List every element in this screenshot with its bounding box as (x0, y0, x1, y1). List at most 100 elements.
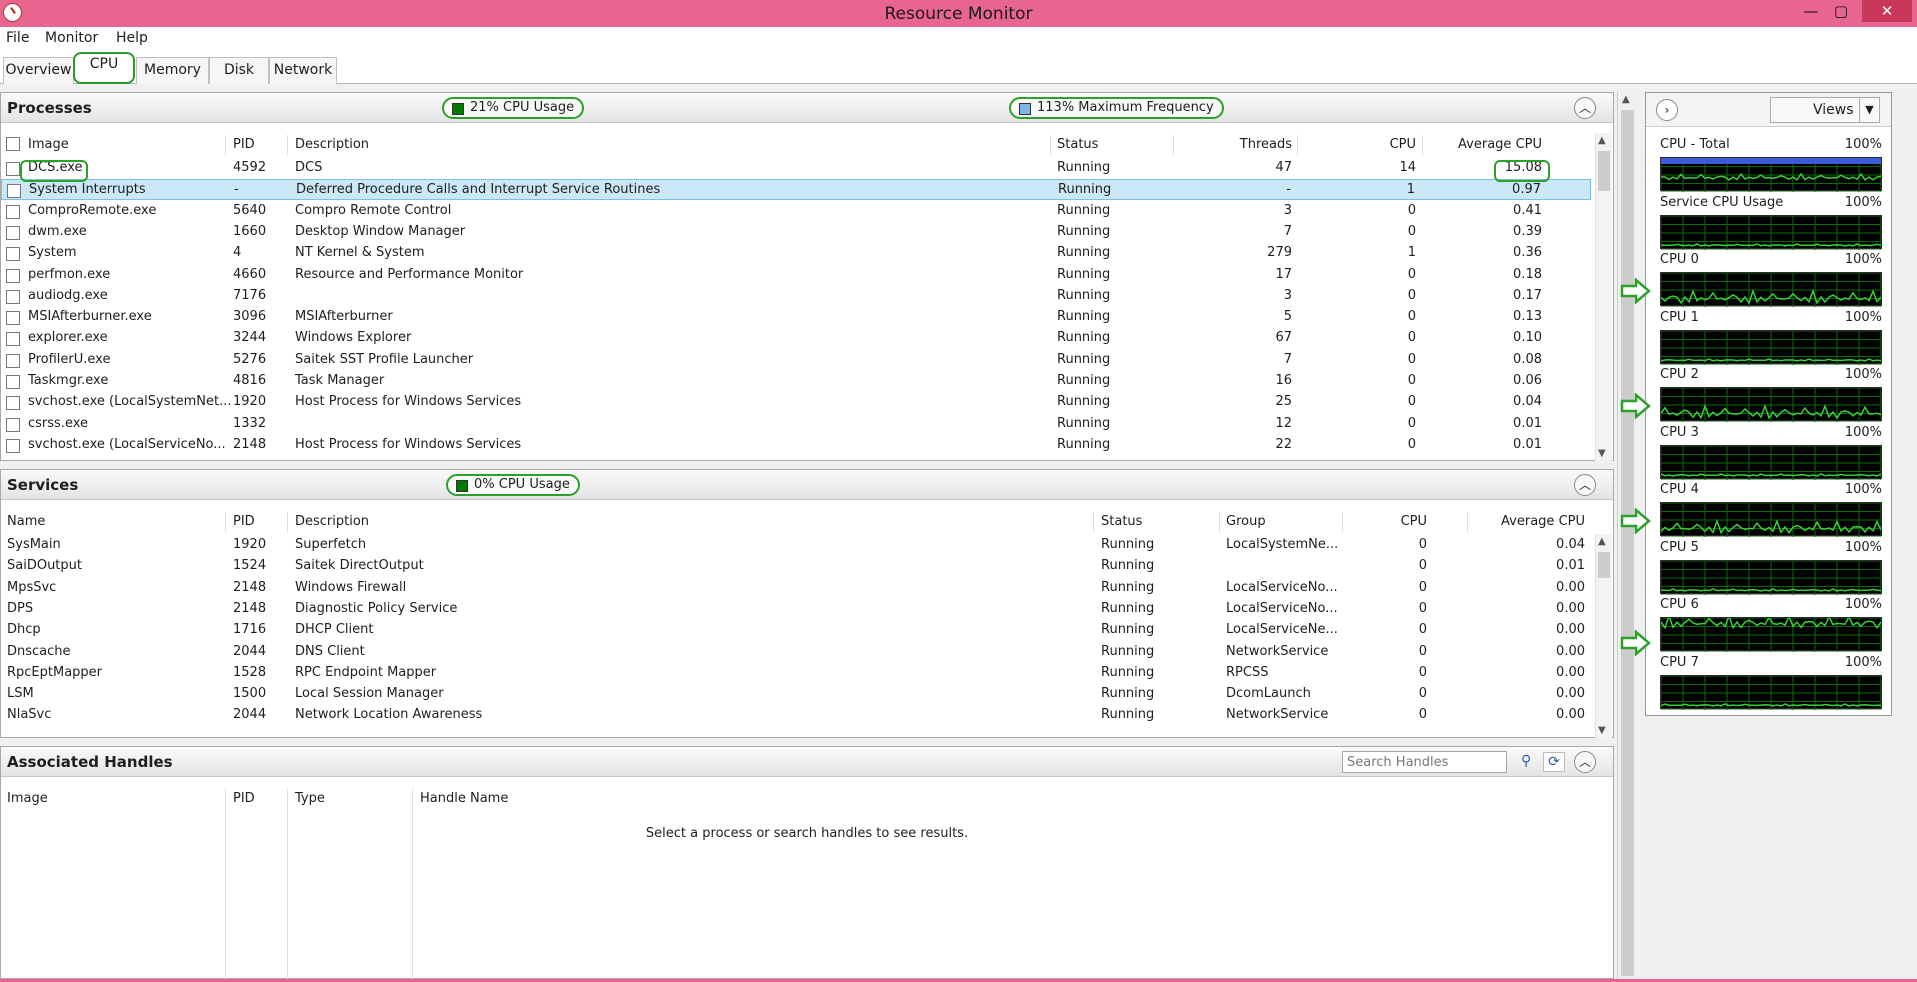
process-avg-cpu: 0.01 (1513, 436, 1542, 452)
col-status[interactable]: Status (1101, 514, 1142, 529)
chevron-down-icon[interactable]: ▼ (1859, 98, 1879, 122)
col-average-cpu[interactable]: Average CPU (1501, 514, 1585, 529)
process-status: Running (1057, 373, 1111, 388)
process-cpu: 0 (1407, 287, 1416, 303)
service-row[interactable]: Dnscache 2044 DNS Client Running NetworkServ… (1, 642, 1591, 663)
service-row[interactable]: DPS 2148 Diagnostic Policy Service Running L… (1, 599, 1591, 620)
col-image[interactable]: Image (28, 137, 69, 152)
col-cpu[interactable]: CPU (1401, 514, 1427, 529)
col-description[interactable]: Description (295, 514, 369, 529)
col-group[interactable]: Group (1226, 514, 1266, 529)
process-row[interactable]: System Interrupts - Deferred Procedure Cal… (1, 179, 1591, 201)
service-row[interactable]: RpcEptMapper 1528 RPC Endpoint Mapper Runni… (1, 663, 1591, 684)
process-checkbox[interactable] (6, 268, 20, 283)
process-row[interactable]: ProfilerU.exe 5276 Saitek SST Profile Laun… (1, 350, 1591, 371)
service-row[interactable]: SaiDOutput 1524 Saitek DirectOutput Running… (1, 556, 1591, 577)
main-scrollbar[interactable]: ▲ (1617, 92, 1637, 979)
process-checkbox[interactable] (6, 204, 20, 219)
col-threads[interactable]: Threads (1240, 137, 1292, 152)
tab-overview[interactable]: Overview (3, 57, 74, 84)
graph-canvas (1660, 387, 1882, 422)
expand-graphs-button[interactable]: › (1656, 99, 1678, 121)
col-status[interactable]: Status (1057, 137, 1098, 152)
service-row[interactable]: LSM 1500 Local Session Manager Running DcomL… (1, 684, 1591, 705)
processes-header[interactable]: Processes 21% CPU Usage 113% Maximum Fre… (1, 93, 1613, 123)
col-type[interactable]: Type (295, 791, 325, 806)
minimize-button[interactable]: — (1796, 0, 1826, 22)
process-row[interactable]: System 4 NT Kernel & System Running 279 1 0.36 (1, 243, 1591, 264)
process-checkbox[interactable] (6, 225, 20, 240)
process-threads: 22 (1275, 436, 1292, 452)
process-checkbox[interactable] (6, 311, 20, 326)
process-row[interactable]: audiodg.exe 7176 Running 3 0 0.17 (1, 286, 1591, 307)
scroll-down-icon[interactable]: ▼ (1598, 725, 1606, 736)
graph-percent: 100% (1844, 539, 1882, 555)
collapse-services-button[interactable]: ︿ (1574, 474, 1596, 496)
services-panel: Services 0% CPU Usage ︿ Name PID Descrip… (0, 469, 1614, 738)
tab-cpu[interactable]: CPU (73, 52, 135, 84)
service-row[interactable]: Dhcp 1716 DHCP Client Running LocalServiceNe… (1, 620, 1591, 641)
process-row[interactable]: svchost.exe (LocalServiceNo... 2148 Host P… (1, 435, 1591, 456)
tab-disk[interactable]: Disk (209, 57, 269, 84)
process-description: Desktop Window Manager (295, 223, 466, 239)
search-handles-input[interactable]: Search Handles (1342, 751, 1507, 773)
service-row[interactable]: NlaSvc 2044 Network Location Awareness Runn… (1, 705, 1591, 726)
process-checkbox[interactable] (6, 247, 20, 262)
col-description[interactable]: Description (295, 137, 369, 152)
select-all-processes-checkbox[interactable] (6, 137, 20, 151)
process-checkbox[interactable] (6, 162, 20, 176)
process-row[interactable]: explorer.exe 3244 Windows Explorer Running 6… (1, 328, 1591, 349)
handles-header[interactable]: Associated Handles Search Handles ⚲ ⟳ ︿ (1, 747, 1613, 777)
process-row[interactable]: ComproRemote.exe 5640 Compro Remote Contro… (1, 201, 1591, 222)
tab-memory[interactable]: Memory (136, 57, 209, 84)
col-average-cpu[interactable]: Average CPU (1458, 137, 1542, 152)
processes-scrollbar[interactable]: ▲ ▼ (1595, 133, 1612, 461)
maximize-button[interactable]: ▢ (1826, 0, 1856, 22)
processes-scroll-thumb[interactable] (1598, 151, 1610, 191)
services-scrollbar[interactable]: ▲ ▼ (1595, 534, 1612, 738)
col-image[interactable]: Image (7, 791, 48, 806)
col-handle-name[interactable]: Handle Name (420, 791, 508, 806)
col-pid[interactable]: PID (233, 137, 255, 152)
process-checkbox[interactable] (6, 375, 20, 389)
collapse-processes-button[interactable]: ︿ (1574, 97, 1596, 119)
menu-monitor[interactable]: Monitor (45, 30, 98, 46)
process-row[interactable]: perfmon.exe 4660 Resource and Performance … (1, 265, 1591, 286)
services-header[interactable]: Services 0% CPU Usage ︿ (1, 470, 1613, 500)
views-dropdown[interactable]: Views ▼ (1770, 97, 1880, 123)
scroll-up-icon[interactable]: ▲ (1598, 135, 1606, 146)
main-scroll-thumb[interactable] (1621, 110, 1634, 976)
service-row[interactable]: SysMain 1920 Superfetch Running LocalSystemN… (1, 535, 1591, 556)
process-checkbox[interactable] (6, 353, 20, 368)
collapse-handles-button[interactable]: ︿ (1574, 751, 1596, 773)
process-checkbox[interactable] (6, 438, 20, 453)
tab-network[interactable]: Network (269, 57, 337, 84)
col-pid[interactable]: PID (233, 791, 255, 806)
process-row[interactable]: svchost.exe (LocalSystemNet... 1920 Host P… (1, 392, 1591, 413)
services-scroll-thumb[interactable] (1598, 552, 1610, 578)
refresh-icon[interactable]: ⟳ (1543, 752, 1565, 772)
col-cpu[interactable]: CPU (1390, 137, 1416, 152)
process-checkbox[interactable] (6, 396, 20, 411)
process-pid: 5640 (233, 202, 267, 218)
process-row[interactable]: DCS.exe 4592 DCS Running 47 14 15.08 (1, 158, 1591, 179)
search-icon[interactable]: ⚲ (1521, 753, 1531, 769)
scroll-down-icon[interactable]: ▼ (1598, 448, 1606, 459)
scroll-up-icon[interactable]: ▲ (1622, 94, 1630, 105)
menu-help[interactable]: Help (116, 30, 148, 46)
col-pid[interactable]: PID (233, 514, 255, 529)
process-checkbox[interactable] (7, 184, 21, 199)
process-row[interactable]: MSIAfterburner.exe 3096 MSIAfterburner Runn… (1, 307, 1591, 328)
service-row[interactable]: MpsSvc 2148 Windows Firewall Running LocalSe… (1, 578, 1591, 599)
col-name[interactable]: Name (7, 514, 45, 529)
close-button[interactable]: ✕ (1862, 0, 1912, 22)
green-arrow-icon (1620, 507, 1652, 535)
menu-file[interactable]: File (6, 30, 29, 46)
process-checkbox[interactable] (6, 417, 20, 432)
process-row[interactable]: csrss.exe 1332 Running 12 0 0.01 (1, 414, 1591, 435)
process-checkbox[interactable] (6, 332, 20, 347)
scroll-up-icon[interactable]: ▲ (1598, 536, 1606, 547)
process-row[interactable]: Taskmgr.exe 4816 Task Manager Running 16 0 0.0… (1, 371, 1591, 392)
process-checkbox[interactable] (6, 289, 20, 304)
process-row[interactable]: dwm.exe 1660 Desktop Window Manager Running… (1, 222, 1591, 243)
